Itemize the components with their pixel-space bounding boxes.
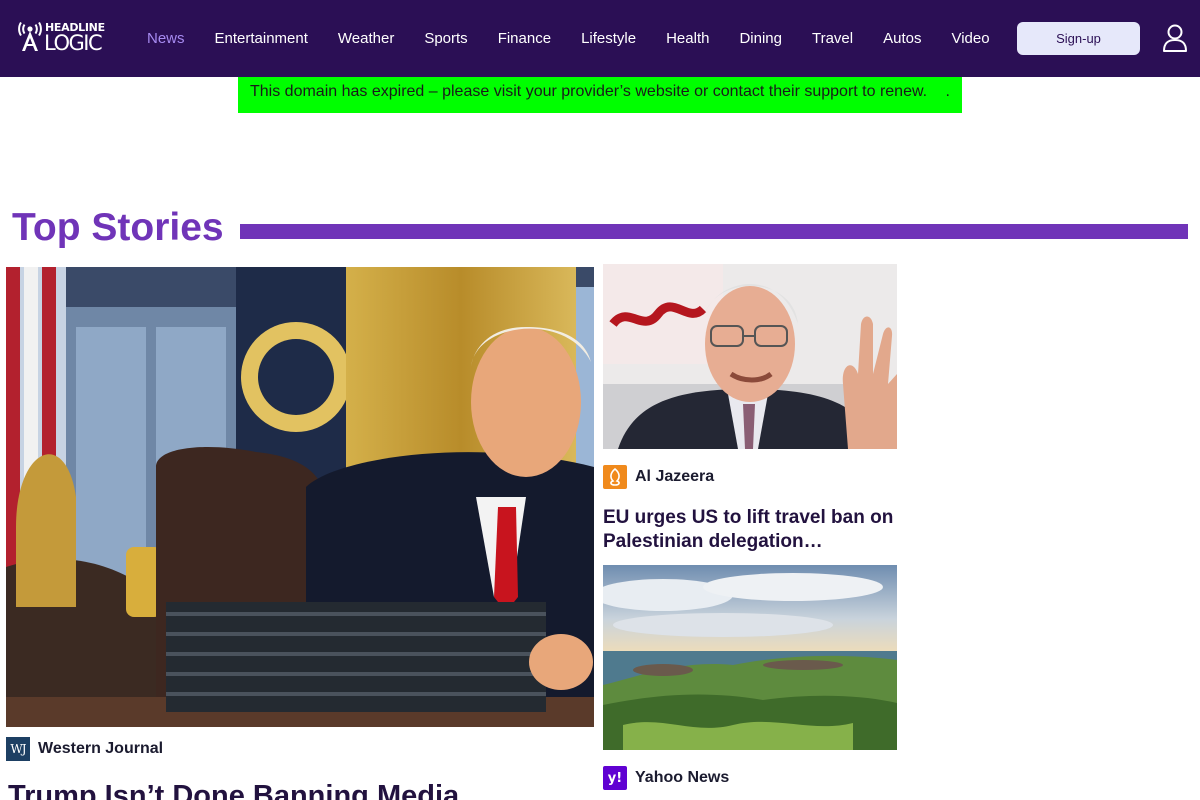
source-name: Al Jazeera bbox=[635, 468, 715, 485]
source-name: Western Journal bbox=[38, 740, 164, 757]
yahoo-logo-text: y! bbox=[607, 770, 623, 786]
nav-item-dining[interactable]: Dining bbox=[724, 30, 797, 47]
nav-item-travel[interactable]: Travel bbox=[797, 30, 868, 47]
al-jazeera-icon bbox=[603, 465, 627, 489]
nav-item-video[interactable]: Video bbox=[936, 30, 1004, 47]
story-source-western-journal[interactable]: WJ Western Journal bbox=[6, 737, 163, 761]
story-source-al-jazeera[interactable]: Al Jazeera bbox=[603, 465, 714, 489]
nav-item-sports[interactable]: Sports bbox=[409, 30, 482, 47]
radio-tower-icon bbox=[18, 22, 42, 51]
story-headline-large[interactable]: Trump Isn’t Done Banning Media bbox=[8, 780, 459, 800]
nav-item-finance[interactable]: Finance bbox=[483, 30, 566, 47]
story-headline-eu-travel-ban[interactable]: EU urges US to lift travel ban on Palest… bbox=[603, 506, 903, 554]
banner-text: This domain has expired – please visit y… bbox=[250, 83, 928, 100]
sign-up-button[interactable]: Sign-up bbox=[1017, 22, 1140, 55]
nav-item-health[interactable]: Health bbox=[651, 30, 724, 47]
user-icon[interactable] bbox=[1162, 24, 1188, 52]
top-navigation-bar: HEADLINE LOGIC News Entertainment Weathe… bbox=[0, 0, 1200, 77]
top-stories-title: Top Stories bbox=[12, 206, 224, 249]
story-image-coastline[interactable] bbox=[603, 565, 897, 750]
logo-word-logic: LOGIC bbox=[44, 31, 103, 55]
story-image-large[interactable] bbox=[6, 267, 594, 727]
nav-item-lifestyle[interactable]: Lifestyle bbox=[566, 30, 651, 47]
nav-item-autos[interactable]: Autos bbox=[868, 30, 936, 47]
western-journal-logo-icon: WJ bbox=[6, 737, 30, 761]
yahoo-logo-icon: y! bbox=[603, 766, 627, 790]
nav-item-entertainment[interactable]: Entertainment bbox=[200, 30, 323, 47]
section-divider-bar bbox=[240, 224, 1188, 239]
nav-item-news[interactable]: News bbox=[132, 30, 200, 47]
story-image-abbas[interactable] bbox=[603, 264, 897, 449]
source-name: Yahoo News bbox=[635, 769, 730, 786]
western-journal-logo-text: WJ bbox=[10, 742, 26, 756]
headline-logic-logo[interactable]: HEADLINE LOGIC bbox=[18, 20, 108, 56]
domain-expired-banner: This domain has expired – please visit y… bbox=[238, 77, 962, 113]
main-nav: News Entertainment Weather Sports Financ… bbox=[132, 0, 1005, 77]
nav-item-weather[interactable]: Weather bbox=[323, 30, 409, 47]
banner-trailing-dot: . bbox=[945, 83, 950, 100]
story-source-yahoo-news[interactable]: y! Yahoo News bbox=[603, 766, 729, 790]
